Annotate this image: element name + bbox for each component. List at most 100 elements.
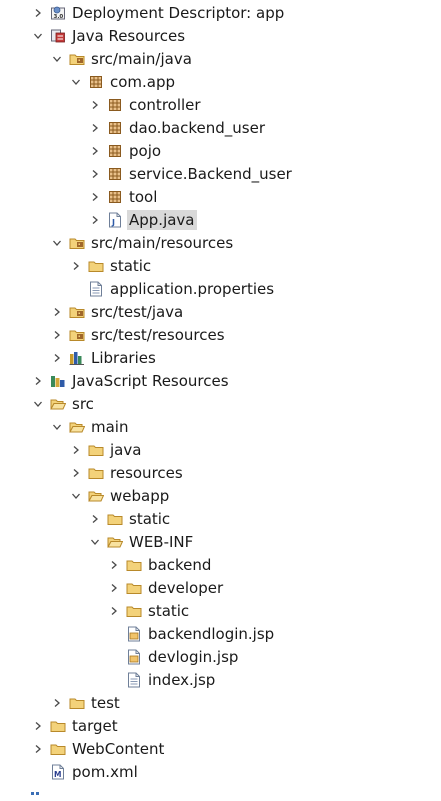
tree-item-java-resources[interactable]: Java Resources [31, 24, 187, 47]
tree-item-label: WebContent [72, 739, 165, 758]
folder-icon [50, 718, 66, 734]
expand-arrow-icon[interactable] [88, 213, 102, 227]
source-folder-icon [69, 304, 85, 320]
tree-item-pom-xml[interactable]: Mpom.xml [31, 760, 140, 783]
collapse-arrow-icon[interactable] [69, 489, 83, 503]
tree-item-src-main-java[interactable]: src/main/java [50, 47, 194, 70]
tree-item-label: application.properties [110, 279, 275, 298]
expand-arrow-icon[interactable] [107, 558, 121, 572]
expand-arrow-icon[interactable] [50, 305, 64, 319]
tree-item-label: backendlogin.jsp [148, 624, 275, 643]
expand-arrow-icon[interactable] [31, 374, 45, 388]
folder-open-icon [69, 419, 85, 435]
tree-item-webapp[interactable]: webapp [69, 484, 171, 507]
tree-item-developer[interactable]: developer [107, 576, 225, 599]
svg-text:J: J [111, 218, 115, 227]
package-icon [107, 166, 123, 182]
tree-item-label: resources [110, 463, 183, 482]
tree-item-static[interactable]: static [69, 254, 153, 277]
expand-arrow-icon[interactable] [50, 328, 64, 342]
tree-item-resources[interactable]: resources [69, 461, 185, 484]
text-file-icon [126, 672, 142, 688]
tree-item-label: backend [148, 555, 212, 574]
tree-item-main[interactable]: main [50, 415, 130, 438]
tree-item-label: controller [129, 95, 201, 114]
expand-arrow-icon[interactable] [69, 466, 83, 480]
folder-icon [88, 442, 104, 458]
collapse-arrow-icon[interactable] [31, 29, 45, 43]
tree-item-static[interactable]: static [88, 507, 172, 530]
expand-arrow-icon[interactable] [31, 6, 45, 20]
jsp-file-icon [126, 649, 142, 665]
tree-item-label: src/test/resources [91, 325, 225, 344]
tree-item-label: target [72, 716, 118, 735]
tree-item-deployment-descriptor-app[interactable]: 3.0 Deployment Descriptor: app [31, 1, 286, 24]
collapse-arrow-icon[interactable] [50, 52, 64, 66]
expand-arrow-icon[interactable] [31, 719, 45, 733]
tree-item-static[interactable]: static [107, 599, 191, 622]
tree-item-web-inf[interactable]: WEB-INF [88, 530, 195, 553]
tree-item-label: pom.xml [72, 762, 138, 781]
folder-icon [50, 741, 66, 757]
tree-item-label: developer [148, 578, 224, 597]
tree-item-label: static [148, 601, 190, 620]
tree-item-webcontent[interactable]: WebContent [31, 737, 166, 760]
tree-item-target[interactable]: target [31, 714, 120, 737]
collapse-arrow-icon[interactable] [50, 420, 64, 434]
libraries-icon [69, 350, 85, 366]
tree-item-label: Java Resources [72, 26, 186, 45]
tree-item-devlogin-jsp[interactable]: devlogin.jsp [107, 645, 240, 668]
expand-arrow-icon[interactable] [50, 696, 64, 710]
tree-item-backendlogin-jsp[interactable]: backendlogin.jsp [107, 622, 276, 645]
tree-item-dao-backend-user[interactable]: dao.backend_user [88, 116, 267, 139]
arrow-spacer [69, 282, 83, 296]
expand-arrow-icon[interactable] [88, 167, 102, 181]
tree-item-test[interactable]: test [50, 691, 122, 714]
folder-open-icon [88, 488, 104, 504]
expand-arrow-icon[interactable] [88, 144, 102, 158]
tree-item-javascript-resources[interactable]: JavaScript Resources [31, 369, 231, 392]
tree-item-label: static [129, 509, 171, 528]
expand-arrow-icon[interactable] [69, 259, 83, 273]
folder-icon [88, 465, 104, 481]
expand-arrow-icon[interactable] [88, 98, 102, 112]
tree-item-label: dao.backend_user [129, 118, 265, 137]
tree-item-libraries[interactable]: Libraries [50, 346, 158, 369]
javascript-resources-icon [50, 373, 66, 389]
tree-item-src-main-resources[interactable]: src/main/resources [50, 231, 235, 254]
jsp-file-icon [126, 626, 142, 642]
svg-text:3.0: 3.0 [54, 14, 64, 20]
expand-arrow-icon[interactable] [107, 604, 121, 618]
tree-item-src[interactable]: src [31, 392, 96, 415]
tree-item-app-java[interactable]: J App.java [88, 208, 197, 231]
arrow-spacer [107, 673, 121, 687]
tree-item-src-test-java[interactable]: src/test/java [50, 300, 185, 323]
collapse-arrow-icon[interactable] [88, 535, 102, 549]
collapse-arrow-icon[interactable] [50, 236, 64, 250]
collapse-arrow-icon[interactable] [31, 397, 45, 411]
tree-item-src-test-resources[interactable]: src/test/resources [50, 323, 227, 346]
tree-item-service-backend-user[interactable]: service.Backend_user [88, 162, 294, 185]
expand-arrow-icon[interactable] [107, 581, 121, 595]
tree-item-backend[interactable]: backend [107, 553, 213, 576]
maven-file-icon: M [50, 764, 66, 780]
java-file-icon: J [107, 212, 123, 228]
tree-item-java[interactable]: java [69, 438, 143, 461]
package-icon [107, 120, 123, 136]
tree-item-tool[interactable]: tool [88, 185, 159, 208]
tree-item-controller[interactable]: controller [88, 93, 203, 116]
source-folder-icon [69, 51, 85, 67]
tree-item-application-properties[interactable]: application.properties [69, 277, 276, 300]
expand-arrow-icon[interactable] [88, 121, 102, 135]
collapse-arrow-icon[interactable] [69, 75, 83, 89]
expand-arrow-icon[interactable] [88, 190, 102, 204]
tree-item-pojo[interactable]: pojo [88, 139, 163, 162]
expand-arrow-icon[interactable] [88, 512, 102, 526]
folder-icon [126, 580, 142, 596]
package-icon [88, 74, 104, 90]
expand-arrow-icon[interactable] [31, 742, 45, 756]
tree-item-com-app[interactable]: com.app [69, 70, 177, 93]
expand-arrow-icon[interactable] [69, 443, 83, 457]
tree-item-index-jsp[interactable]: index.jsp [107, 668, 217, 691]
expand-arrow-icon[interactable] [50, 351, 64, 365]
